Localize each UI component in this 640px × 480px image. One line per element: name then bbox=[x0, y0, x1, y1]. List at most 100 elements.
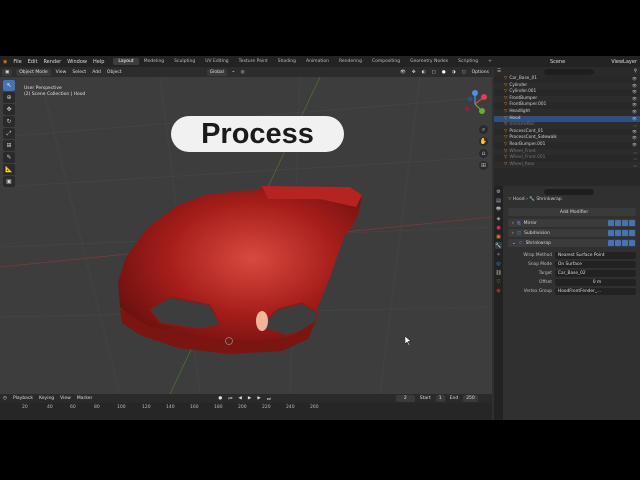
add-workspace-icon[interactable]: + bbox=[483, 58, 497, 65]
end-frame-field[interactable]: 250 bbox=[463, 395, 478, 402]
world-tab-icon[interactable]: ● bbox=[495, 224, 502, 231]
annotate-icon[interactable]: ✎ bbox=[3, 152, 15, 163]
physics-tab-icon[interactable]: ◎ bbox=[495, 260, 502, 267]
snap-mode-select[interactable]: On Surface bbox=[555, 260, 636, 268]
tab-texture-paint[interactable]: Texture Paint bbox=[234, 58, 273, 65]
modifier-name[interactable]: Subdivision bbox=[524, 231, 550, 236]
transform-icon[interactable]: ⊞ bbox=[3, 140, 15, 151]
eye-icon[interactable]: 👁 bbox=[632, 83, 637, 90]
menu-help[interactable]: Help bbox=[90, 59, 107, 65]
eye-closed-icon[interactable]: ◡ bbox=[634, 122, 638, 129]
menu-marker[interactable]: Marker bbox=[74, 395, 96, 402]
scene-tab-icon[interactable]: ◈ bbox=[495, 215, 502, 222]
select-box-icon[interactable]: ↖ bbox=[3, 80, 15, 91]
visibility-icon[interactable]: 👁 bbox=[397, 69, 409, 76]
tab-rendering[interactable]: Rendering bbox=[334, 58, 367, 65]
outliner-item[interactable]: ▽ ProcessCont_Sidewalk 👁 bbox=[494, 135, 640, 142]
menu-keying[interactable]: Keying bbox=[36, 395, 57, 402]
menu-render[interactable]: Render bbox=[40, 59, 64, 65]
render-toggle[interactable] bbox=[622, 220, 628, 226]
xray-icon[interactable]: ▢ bbox=[429, 69, 439, 76]
modifier-subdivision[interactable]: › ◫ Subdivision bbox=[508, 229, 636, 237]
outliner-search[interactable] bbox=[544, 68, 595, 75]
eye-icon[interactable]: 👁 bbox=[632, 142, 637, 149]
grid-icon[interactable]: ⊞ bbox=[479, 161, 488, 170]
tab-shading[interactable]: Shading bbox=[273, 58, 301, 65]
eye-icon[interactable]: 👁 bbox=[632, 102, 637, 109]
camera-toggle[interactable] bbox=[629, 230, 635, 236]
jump-end-icon[interactable]: ⏭ bbox=[264, 395, 274, 403]
render-tab-icon[interactable]: ▤ bbox=[495, 197, 502, 204]
outliner-item[interactable]: ▽ Cylinder.001 👁 bbox=[494, 89, 640, 96]
eye-icon[interactable]: 👁 bbox=[632, 129, 637, 136]
collapse-arrow-icon[interactable]: ⌄ bbox=[512, 241, 516, 246]
modifier-name[interactable]: Mirror bbox=[524, 221, 537, 226]
proportional-edit-icon[interactable]: ◎ bbox=[238, 69, 248, 76]
filter-icon[interactable]: ⚲ bbox=[631, 68, 640, 75]
tab-scripting[interactable]: Scripting bbox=[453, 58, 483, 65]
eye-closed-icon[interactable]: ◡ bbox=[634, 162, 638, 169]
render-toggle[interactable] bbox=[622, 230, 628, 236]
navigation-gizmo[interactable] bbox=[460, 89, 490, 119]
eye-closed-icon[interactable]: ◡ bbox=[634, 149, 638, 156]
shading-rendered-icon[interactable]: ○ bbox=[459, 69, 469, 76]
editmode-toggle[interactable] bbox=[608, 240, 614, 246]
rotate-icon[interactable]: ↻ bbox=[3, 116, 15, 127]
modifier-name[interactable]: Shrinkwrap bbox=[526, 241, 551, 246]
target-field[interactable]: Car_Base_02 bbox=[555, 269, 636, 277]
tab-geometry-nodes[interactable]: Geometry Nodes bbox=[405, 58, 453, 65]
modifier-mirror[interactable]: › ⧎ Mirror bbox=[508, 219, 636, 227]
prev-key-icon[interactable]: ◀ bbox=[235, 395, 244, 402]
camera-toggle[interactable] bbox=[629, 220, 635, 226]
tool-tab-icon[interactable]: ⚙ bbox=[495, 188, 502, 195]
record-icon[interactable]: ● bbox=[215, 395, 225, 402]
eye-icon[interactable]: 👁 bbox=[632, 135, 637, 142]
tab-sculpting[interactable]: Sculpting bbox=[169, 58, 200, 65]
wrap-method-select[interactable]: Nearest Surface Point bbox=[555, 251, 636, 259]
outliner-item[interactable]: ▽ FrontBumper.001 👁 bbox=[494, 102, 640, 109]
cursor-icon[interactable]: ⊕ bbox=[3, 92, 15, 103]
view-layer-selector[interactable]: ViewLayer bbox=[608, 59, 640, 65]
start-frame-field[interactable]: 1 bbox=[435, 395, 445, 402]
menu-window[interactable]: Window bbox=[64, 59, 90, 65]
tab-layout[interactable]: Layout bbox=[113, 58, 139, 65]
jump-start-icon[interactable]: ⏮ bbox=[225, 395, 235, 403]
modifier-shrinkwrap[interactable]: ⌄ ⊂ Shrinkwrap bbox=[508, 239, 636, 247]
add-modifier-button[interactable]: Add Modifier bbox=[508, 208, 636, 216]
outliner-item[interactable]: ▽ Wheel_Rear ◡ bbox=[494, 161, 640, 169]
tab-animation[interactable]: Animation bbox=[301, 58, 334, 65]
outliner-item[interactable]: ▽ Headlight 👁 bbox=[494, 108, 640, 116]
tab-compositing[interactable]: Compositing bbox=[367, 58, 405, 65]
scale-icon[interactable]: ⤢ bbox=[3, 128, 15, 139]
outliner-item[interactable]: ▽ Car_Base_01 👁 bbox=[494, 76, 640, 83]
menu-file[interactable]: File bbox=[10, 59, 24, 65]
particles-tab-icon[interactable]: ✧ bbox=[495, 251, 502, 258]
pan-icon[interactable]: ✋ bbox=[479, 137, 488, 146]
3d-viewport[interactable]: ↖ ⊕ ✥ ↻ ⤢ ⊞ ✎ 📐 ▣ User Perspective (2) S… bbox=[0, 77, 492, 394]
shading-material-icon[interactable]: ◑ bbox=[449, 69, 459, 76]
camera-view-icon[interactable]: ⌂ bbox=[479, 149, 488, 158]
menu-edit[interactable]: Edit bbox=[25, 59, 41, 65]
vertex-group-field[interactable]: HoodFrontFender_... bbox=[555, 287, 636, 295]
offset-field[interactable]: 0 m bbox=[555, 278, 636, 286]
eye-closed-icon[interactable]: ◡ bbox=[634, 155, 638, 162]
next-key-icon[interactable]: ▶ bbox=[254, 395, 263, 402]
eye-icon[interactable]: 👁 bbox=[632, 96, 637, 103]
outliner-item[interactable]: ▽ RearBumper.001 👁 bbox=[494, 142, 640, 149]
material-tab-icon[interactable]: ◉ bbox=[495, 287, 502, 294]
eye-icon[interactable]: 👁 bbox=[632, 109, 637, 116]
blender-logo-icon[interactable]: ◉ bbox=[0, 59, 10, 65]
play-icon[interactable]: ▶ bbox=[245, 395, 254, 402]
mode-selector[interactable]: Object Mode bbox=[16, 68, 51, 76]
data-tab-icon[interactable]: ▽ bbox=[495, 278, 502, 285]
snap-icon[interactable]: ⌁ bbox=[229, 69, 238, 76]
constraints-tab-icon[interactable]: ⛓ bbox=[495, 269, 502, 276]
output-tab-icon[interactable]: 🖶 bbox=[495, 206, 502, 213]
editmode-toggle[interactable] bbox=[608, 220, 614, 226]
properties-editor[interactable]: ⚙ ▤ 🖶 ◈ ● ▣ 🔧 ✧ ◎ ⛓ ▽ ◉ ▽ Hood › 🔧 Shrin… bbox=[494, 186, 640, 420]
menu-add[interactable]: Add bbox=[89, 69, 104, 76]
viewport-toggle[interactable] bbox=[615, 230, 621, 236]
eye-icon[interactable]: 👁 bbox=[632, 89, 637, 96]
current-frame-field[interactable]: 2 bbox=[395, 395, 415, 402]
eye-icon[interactable]: 👁 bbox=[632, 116, 637, 123]
